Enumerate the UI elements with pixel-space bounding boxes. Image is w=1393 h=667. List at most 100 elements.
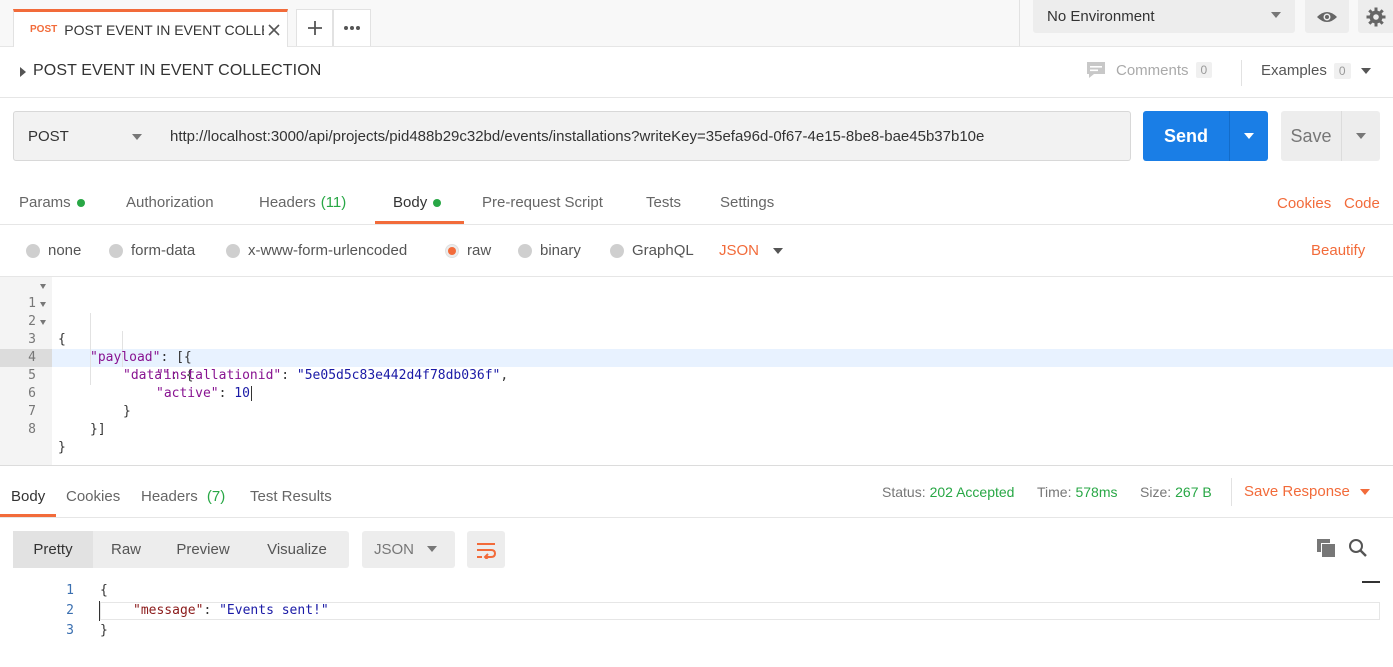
body-type-form-data-label: form-data: [131, 242, 196, 259]
view-raw-button[interactable]: Raw: [93, 531, 159, 568]
send-button[interactable]: Send: [1143, 111, 1268, 161]
send-label: Send: [1163, 125, 1208, 146]
save-options-toggle[interactable]: [1342, 133, 1380, 139]
title-row-divider: [1241, 60, 1242, 86]
tab-pre-request-label: Pre-request Script: [482, 194, 603, 211]
fold-caret-icon[interactable]: [40, 320, 46, 325]
chevron-down-icon: [1356, 133, 1366, 139]
tab-body[interactable]: Body: [393, 194, 442, 211]
tab-authorization[interactable]: Authorization: [126, 194, 214, 211]
code-line: 3 "data": {: [0, 313, 1393, 383]
environment-divider: [1019, 0, 1020, 46]
active-tab-underline: [0, 514, 56, 517]
response-format-select[interactable]: JSON: [362, 531, 455, 568]
json-punct: :: [203, 603, 220, 618]
response-tab-cookies[interactable]: Cookies: [66, 488, 120, 505]
response-code-line: 2 "message": "Events sent!": [0, 601, 1393, 621]
new-tab-button[interactable]: [296, 9, 333, 46]
time-value: 578ms: [1075, 484, 1118, 500]
examples-count: 0: [1333, 62, 1351, 79]
body-type-none[interactable]: none: [26, 242, 81, 259]
beautify-link[interactable]: Beautify: [1311, 242, 1365, 259]
raw-format-value: JSON: [719, 242, 760, 259]
tab-method-badge: POST: [30, 24, 58, 35]
body-type-binary[interactable]: binary: [518, 242, 581, 259]
fold-caret-icon[interactable]: [40, 302, 46, 307]
fold-caret-icon[interactable]: [40, 284, 46, 289]
chevron-down-icon: [427, 546, 437, 552]
radio-off-icon: [109, 243, 123, 258]
tab-pre-request-script[interactable]: Pre-request Script: [482, 194, 603, 211]
response-tab-headers-label: Headers: [141, 488, 198, 505]
http-method-value: POST: [28, 127, 69, 145]
save-response-label: Save Response: [1244, 483, 1350, 500]
view-preview-button[interactable]: Preview: [159, 531, 247, 568]
request-title[interactable]: POST EVENT IN EVENT COLLECTION: [33, 62, 321, 80]
environment-select[interactable]: No Environment: [1033, 0, 1295, 33]
response-size: Size: 267 B: [1140, 484, 1212, 500]
environment-quick-look-button[interactable]: [1305, 0, 1349, 33]
response-tab-test-results[interactable]: Test Results: [250, 488, 332, 505]
body-type-urlencoded[interactable]: x-www-form-urlencoded: [226, 242, 407, 259]
code-text: }]: [90, 422, 106, 437]
chevron-down-icon: [1271, 12, 1281, 18]
chevron-down-icon: [132, 134, 142, 140]
tab-settings[interactable]: Settings: [720, 194, 774, 211]
tab-headers[interactable]: Headers (11): [259, 194, 346, 211]
body-type-graphql[interactable]: GraphQL: [610, 242, 694, 259]
comments-button[interactable]: Comments 0: [1086, 61, 1213, 79]
caret-right-icon[interactable]: [20, 67, 26, 77]
response-tab-headers[interactable]: Headers (7): [141, 488, 225, 505]
save-button[interactable]: Save: [1281, 111, 1380, 161]
request-url-input[interactable]: http://localhost:3000/api/projects/pid48…: [157, 111, 1131, 161]
view-visualize-button[interactable]: Visualize: [247, 531, 347, 568]
code-line: 6 }: [0, 367, 1393, 419]
response-meta-divider: [1231, 478, 1232, 506]
response-view-toggle: Pretty Raw Preview Visualize: [13, 531, 349, 568]
view-pretty-button[interactable]: Pretty: [13, 531, 93, 568]
cookies-link[interactable]: Cookies: [1277, 195, 1331, 212]
raw-format-select[interactable]: JSON: [719, 242, 784, 259]
time-label: Time:: [1037, 484, 1072, 500]
examples-dropdown[interactable]: Examples 0: [1261, 62, 1371, 79]
send-options-toggle[interactable]: [1230, 133, 1268, 139]
body-type-binary-label: binary: [540, 242, 581, 259]
wrap-lines-button[interactable]: [467, 531, 505, 568]
tab-title: POST EVENT IN EVENT COLLE…: [64, 21, 265, 38]
body-type-form-data[interactable]: form-data: [109, 242, 195, 259]
wrap-lines-icon: [475, 541, 497, 559]
tab-tests[interactable]: Tests: [646, 194, 681, 211]
copy-response-button[interactable]: [1314, 536, 1338, 560]
gear-icon: [1366, 7, 1386, 27]
http-method-select[interactable]: POST: [13, 111, 158, 161]
close-tab-icon[interactable]: [268, 23, 280, 36]
radio-off-icon: [26, 243, 40, 258]
tab-headers-count: (11): [320, 194, 347, 211]
comment-icon: [1086, 61, 1106, 79]
response-tab-body[interactable]: Body: [11, 488, 45, 505]
save-response-button[interactable]: Save Response: [1244, 483, 1370, 500]
eye-icon: [1316, 10, 1338, 24]
active-tab-underline: [375, 221, 464, 224]
radio-off-icon: [226, 243, 240, 258]
tab-options-button[interactable]: [333, 9, 371, 46]
tab-params[interactable]: Params: [19, 194, 85, 211]
params-indicator-dot: [76, 198, 85, 207]
chevron-down-icon: [1359, 488, 1370, 495]
copy-icon: [1316, 538, 1336, 558]
body-type-none-label: none: [48, 242, 82, 259]
search-response-button[interactable]: [1346, 536, 1370, 560]
line-number: 1: [66, 583, 74, 598]
save-label: Save: [1290, 125, 1332, 146]
code-link[interactable]: Code: [1344, 195, 1380, 212]
response-tab-headers-count: (7): [206, 488, 226, 505]
chevron-down-icon: [773, 247, 784, 254]
body-type-raw[interactable]: raw: [445, 242, 491, 259]
text-cursor: [99, 601, 100, 621]
manage-environments-button[interactable]: [1358, 0, 1393, 33]
request-tab-active[interactable]: POST POST EVENT IN EVENT COLLE…: [13, 9, 288, 47]
tab-body-label: Body: [393, 194, 428, 211]
json-string: "Events sent!": [219, 603, 329, 618]
size-label: Size:: [1140, 484, 1172, 500]
response-code-line: 1 {: [0, 581, 1393, 601]
